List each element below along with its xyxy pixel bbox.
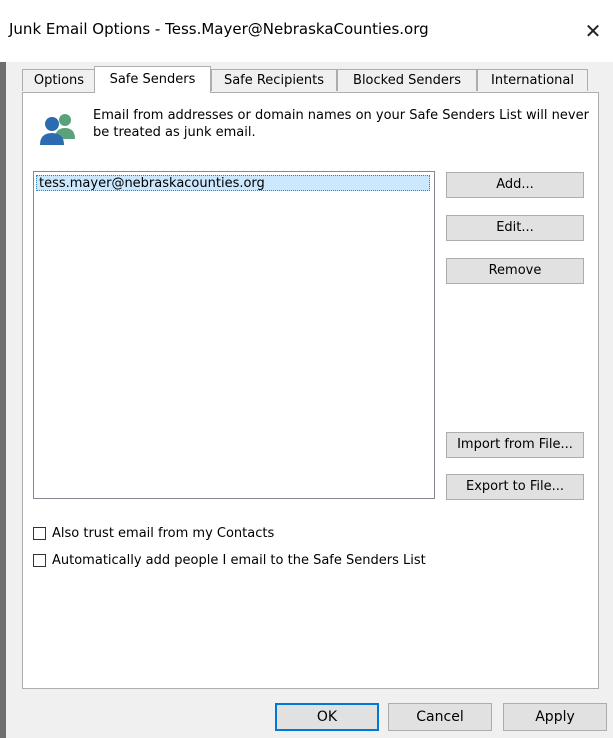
ok-button[interactable]: OK: [275, 703, 379, 731]
title-bar: Junk Email Options - Tess.Mayer@Nebraska…: [0, 0, 613, 62]
tab-blocked-senders[interactable]: Blocked Senders: [337, 69, 477, 91]
import-from-file-button[interactable]: Import from File...: [446, 432, 584, 458]
export-to-file-button[interactable]: Export to File...: [446, 474, 584, 500]
safe-senders-panel: Email from addresses or domain names on …: [22, 92, 599, 689]
tab-international[interactable]: International: [477, 69, 588, 91]
trust-contacts-option[interactable]: Also trust email from my Contacts: [33, 524, 274, 542]
apply-button[interactable]: Apply: [503, 703, 607, 731]
remove-button[interactable]: Remove: [446, 258, 584, 284]
trust-contacts-checkbox[interactable]: [33, 526, 46, 540]
cancel-button[interactable]: Cancel: [388, 703, 492, 731]
tab-safe-recipients[interactable]: Safe Recipients: [211, 69, 337, 91]
auto-add-label: Automatically add people I email to the …: [52, 552, 426, 568]
people-icon: [40, 114, 75, 145]
close-button[interactable]: ✕: [573, 12, 613, 50]
close-icon: ✕: [584, 19, 602, 43]
description-text: Email from addresses or domain names on …: [93, 108, 589, 140]
window-title: Junk Email Options - Tess.Mayer@Nebraska…: [9, 20, 429, 38]
list-item[interactable]: tess.mayer@nebraskacounties.org: [36, 175, 430, 191]
safe-senders-list[interactable]: tess.mayer@nebraskacounties.org: [33, 171, 435, 499]
auto-add-option[interactable]: Automatically add people I email to the …: [33, 551, 426, 569]
auto-add-checkbox[interactable]: [33, 553, 46, 567]
edit-button[interactable]: Edit...: [446, 215, 584, 241]
trust-contacts-label: Also trust email from my Contacts: [52, 525, 275, 541]
tab-options[interactable]: Options: [22, 69, 96, 91]
window-edge: [0, 62, 6, 738]
add-button[interactable]: Add...: [446, 172, 584, 198]
tab-safe-senders[interactable]: Safe Senders: [94, 66, 211, 93]
